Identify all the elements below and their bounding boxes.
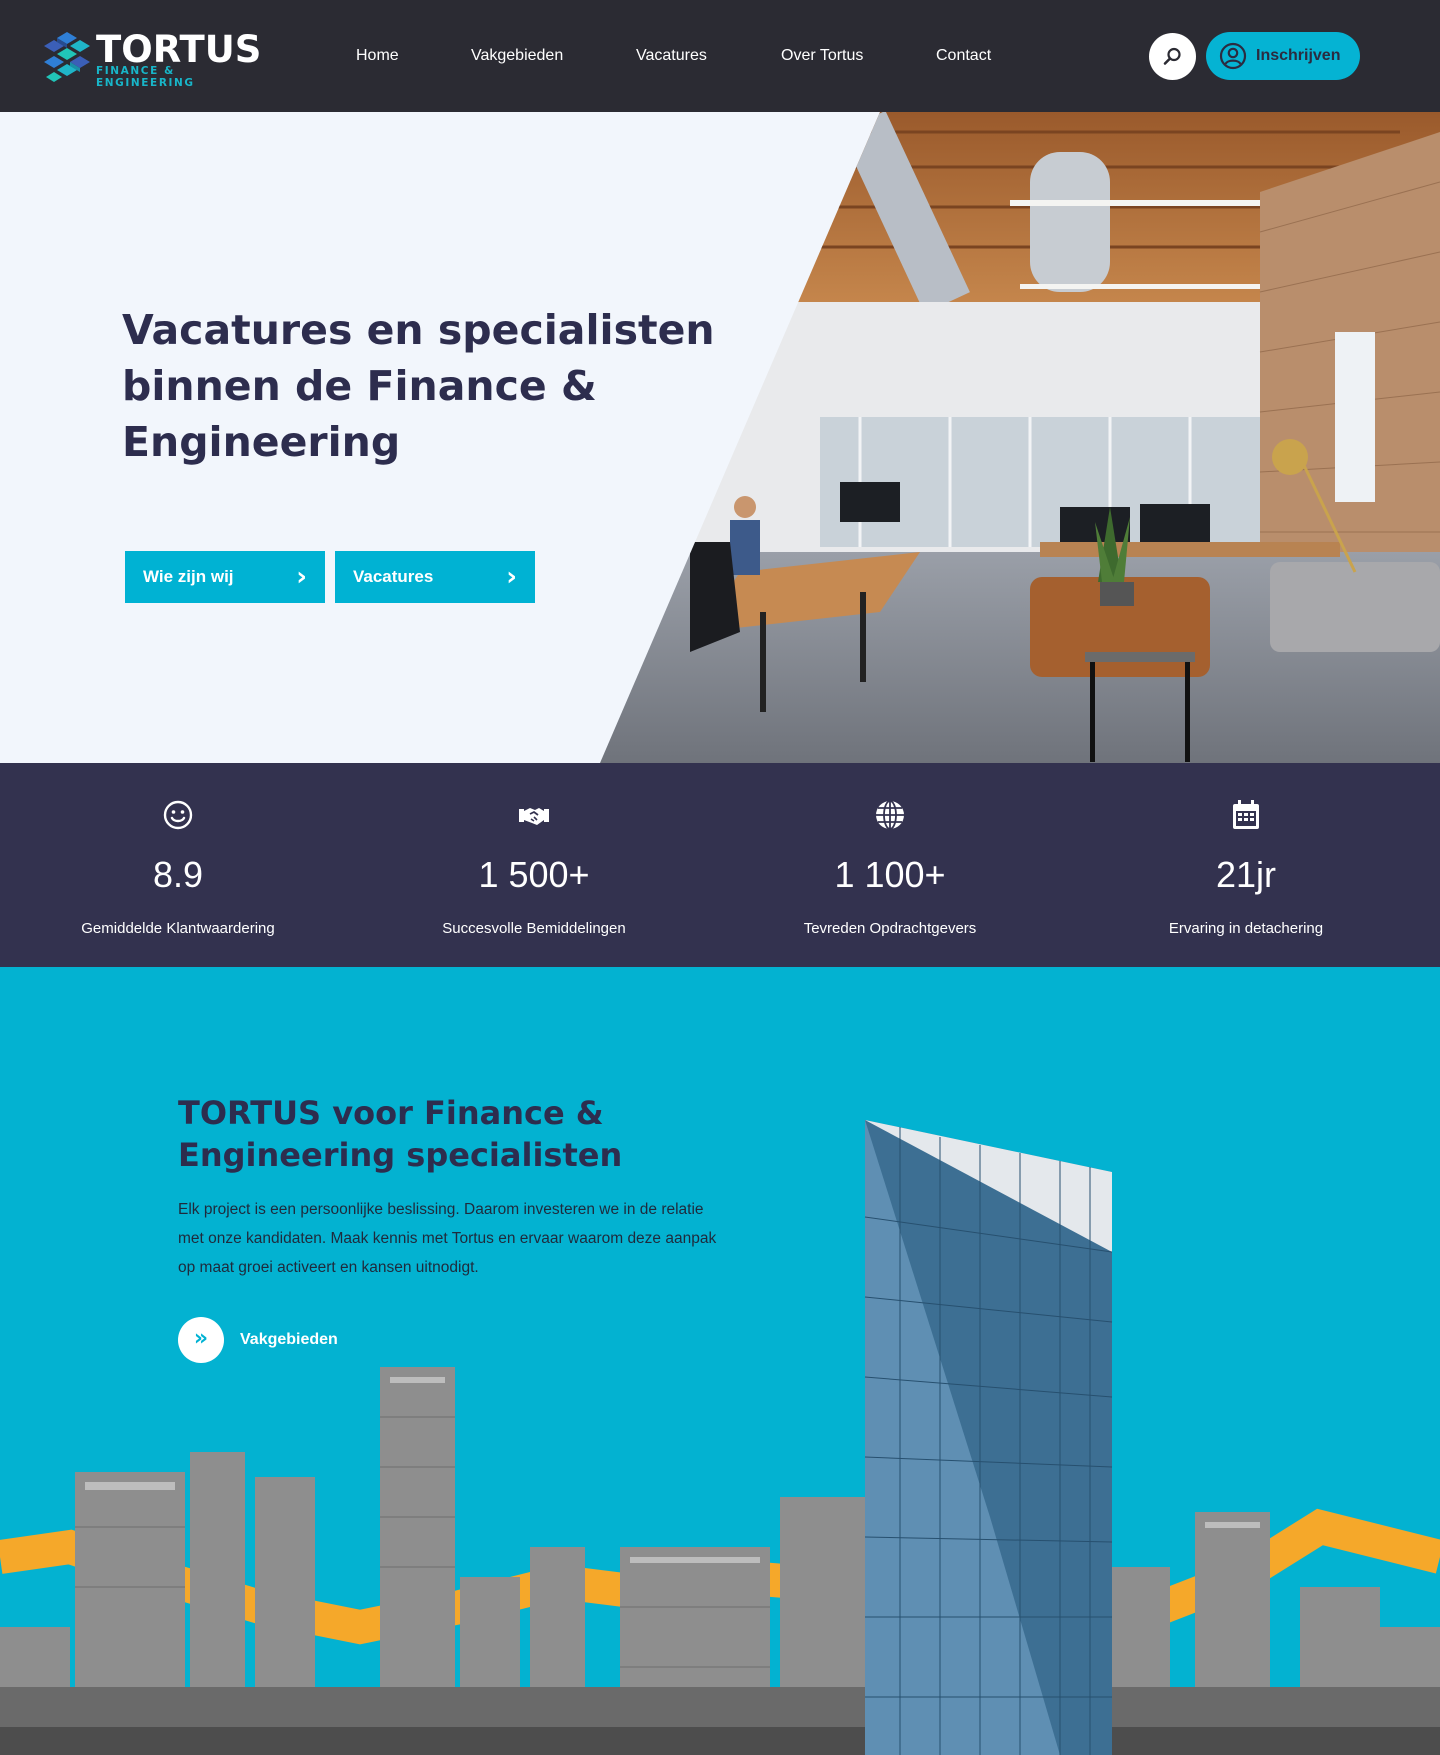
stat-item: 1 500+ Succesvolle Bemiddelingen <box>356 763 712 967</box>
double-chevron-right-icon: » <box>178 1317 224 1363</box>
stat-value: 8.9 <box>152 854 204 895</box>
stat-item: 1 100+ Tevreden Opdrachtgevers <box>712 763 1068 967</box>
stat-value: 1 500+ <box>478 854 590 895</box>
nav-home[interactable]: Home <box>356 0 399 112</box>
stat-item: 8.9 Gemiddelde Klantwaardering <box>0 763 356 967</box>
chevron-right-icon: › <box>296 562 307 592</box>
wie-zijn-wij-button[interactable]: Wie zijn wij › <box>125 551 325 603</box>
stat-label: Succesvolle Bemiddelingen <box>442 920 626 937</box>
globe-icon <box>876 800 904 830</box>
logo-mark-icon <box>44 32 90 82</box>
vacatures-label: Vacatures <box>353 567 434 586</box>
site-header: TORTUS FINANCE & ENGINEERING Home Vakgeb… <box>0 0 1440 112</box>
nav-vakgebieden[interactable]: Vakgebieden <box>471 0 563 112</box>
about-title: TORTUS voor Finance & Engineering specia… <box>178 1094 623 1174</box>
calendar-icon <box>1233 800 1259 829</box>
nav-over-tortus[interactable]: Over Tortus <box>781 0 863 112</box>
stats-bar: 8.9 Gemiddelde Klantwaardering 1 500+ Su… <box>0 763 1440 967</box>
vakgebieden-link[interactable]: » Vakgebieden <box>178 1317 398 1363</box>
about-text: Elk project is een persoonlijke beslissi… <box>178 1201 717 1276</box>
search-icon <box>1163 47 1181 65</box>
vacatures-button[interactable]: Vacatures › <box>335 551 535 603</box>
hero-title: Vacatures en specialisten binnen de Fina… <box>122 306 715 466</box>
nav-contact[interactable]: Contact <box>936 0 991 112</box>
nav-vacatures[interactable]: Vacatures <box>636 0 707 112</box>
stat-value: 1 100+ <box>834 854 946 895</box>
chevron-right-icon: › <box>506 562 517 592</box>
vakgebieden-link-label: Vakgebieden <box>240 1331 338 1348</box>
logo-tagline: FINANCE & ENGINEERING <box>96 65 195 89</box>
about-section: TORTUS voor Finance & Engineering specia… <box>0 967 1440 1755</box>
smiley-icon <box>163 800 193 830</box>
handshake-icon <box>519 808 549 825</box>
logo-name: TORTUS <box>96 28 262 71</box>
user-circle-icon <box>1219 42 1247 70</box>
stat-label: Gemiddelde Klantwaardering <box>81 920 275 937</box>
signup-button[interactable]: Inschrijven <box>1206 32 1360 80</box>
signup-label: Inschrijven <box>1256 47 1341 64</box>
stat-label: Tevreden Opdrachtgevers <box>803 920 977 937</box>
stat-label: Ervaring in detachering <box>1168 920 1324 937</box>
hero-section: Vacatures en specialisten binnen de Fina… <box>0 112 1440 763</box>
logo[interactable]: TORTUS FINANCE & ENGINEERING <box>42 28 272 89</box>
search-button[interactable] <box>1149 33 1196 80</box>
stat-value: 21jr <box>1215 854 1277 895</box>
wie-zijn-wij-label: Wie zijn wij <box>143 567 234 586</box>
stat-item: 21jr Ervaring in detachering <box>1068 763 1424 967</box>
